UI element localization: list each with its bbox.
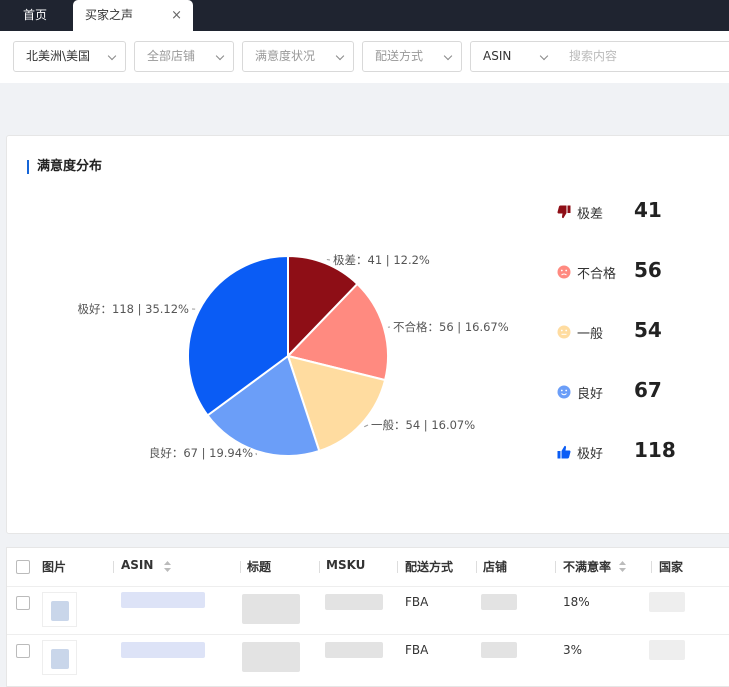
row-divider <box>7 586 729 587</box>
select-all-checkbox[interactable] <box>16 560 30 574</box>
header-country: 国家 <box>659 558 683 575</box>
store-select[interactable]: 全部店铺 <box>134 41 234 72</box>
legend-label: 良好 <box>577 383 603 402</box>
legend-label: 一般 <box>577 323 603 342</box>
shipping-select[interactable]: 配送方式 <box>362 41 462 72</box>
satisfaction-card: 满意度分布 极差：41 | 12.2%不合格：56 | 16.67%一般：54 … <box>6 135 729 534</box>
thumbs-down-icon <box>557 205 571 219</box>
shipping-value: FBA <box>405 595 428 609</box>
shipping-value: FBA <box>405 643 428 657</box>
chevron-down-icon <box>444 52 452 60</box>
pie-chart: 极差：41 | 12.2% 不合格：56 | 16.67% 一般：54 | 16.0… <box>7 136 547 535</box>
sad-face-icon <box>557 265 571 279</box>
msku-value <box>325 594 383 610</box>
tab-bar: 首页 买家之声 × <box>0 0 729 31</box>
asin-value[interactable] <box>121 592 205 608</box>
row-divider <box>7 634 729 635</box>
label-leader-2 <box>364 425 368 427</box>
legend-count: 54 <box>634 318 662 342</box>
store-select-value: 全部店铺 <box>147 49 195 63</box>
filter-bar: 北美洲\美国 全部店铺 满意度状况 配送方式 ASIN 搜索内容 <box>0 31 729 83</box>
header-store: 店铺 <box>483 558 507 575</box>
pie-label-1: 不合格：56 | 16.67% <box>393 320 509 334</box>
search-input[interactable]: 搜索内容 <box>557 41 729 72</box>
satisfaction-select[interactable]: 满意度状况 <box>242 41 354 72</box>
neutral-face-icon <box>557 325 571 339</box>
header-image: 图片 <box>42 558 66 575</box>
header-divider <box>651 561 652 573</box>
product-table: 图片 ASIN 标题 MSKU 配送方式 店铺 不满意率 国家 FBA 18% <box>6 547 729 687</box>
legend-count: 56 <box>634 258 662 282</box>
sort-icon[interactable] <box>619 561 626 572</box>
tab-buyer-voice[interactable]: 买家之声 × <box>73 0 193 31</box>
asin-value[interactable] <box>121 642 205 658</box>
header-divider <box>555 561 556 573</box>
rate-value: 18% <box>563 595 590 609</box>
pie-label-0: 极差：41 | 12.2% <box>333 253 430 267</box>
chevron-down-icon <box>108 52 116 60</box>
pie-label-4: 极好：118 | 35.12% <box>78 302 190 316</box>
region-select-value: 北美洲\美国 <box>26 49 90 63</box>
legend-label: 极差 <box>577 203 603 222</box>
header-divider <box>319 561 320 573</box>
header-shipping: 配送方式 <box>405 558 453 575</box>
tab-label: 买家之声 <box>85 8 133 22</box>
tab-home[interactable]: 首页 <box>0 0 70 31</box>
legend-count: 67 <box>634 378 662 402</box>
msku-value <box>325 642 383 658</box>
header-divider <box>397 561 398 573</box>
chevron-down-icon <box>540 52 548 60</box>
thumbs-up-icon <box>557 445 571 459</box>
row-checkbox[interactable] <box>16 596 30 610</box>
header-divider <box>476 561 477 573</box>
pie-label-2: 一般：54 | 16.07% <box>371 418 475 432</box>
title-value <box>242 594 300 624</box>
chevron-down-icon <box>216 52 224 60</box>
search-field-select[interactable]: ASIN <box>470 41 558 72</box>
header-msku: MSKU <box>326 558 365 572</box>
sort-icon[interactable] <box>164 561 171 572</box>
row-checkbox[interactable] <box>16 644 30 658</box>
legend-count: 118 <box>634 438 676 462</box>
smile-face-icon <box>557 385 571 399</box>
product-image <box>42 640 77 675</box>
shipping-select-value: 配送方式 <box>375 49 423 63</box>
header-title: 标题 <box>247 558 271 575</box>
product-image <box>42 592 77 627</box>
search-field-value: ASIN <box>483 49 511 63</box>
country-value <box>649 640 685 660</box>
legend-count: 41 <box>634 198 662 222</box>
close-icon[interactable]: × <box>171 0 182 31</box>
rate-value: 3% <box>563 643 582 657</box>
title-value <box>242 642 300 672</box>
chevron-down-icon <box>336 52 344 60</box>
pie-label-3: 良好：67 | 19.94% <box>149 446 253 460</box>
header-divider <box>113 561 114 573</box>
country-value <box>649 592 685 612</box>
satisfaction-select-value: 满意度状况 <box>255 49 315 63</box>
header-divider <box>240 561 241 573</box>
header-dissatisfaction-rate[interactable]: 不满意率 <box>563 558 611 575</box>
legend-label: 极好 <box>577 443 603 462</box>
region-select[interactable]: 北美洲\美国 <box>13 41 126 72</box>
store-value <box>481 594 517 610</box>
header-asin[interactable]: ASIN <box>121 558 153 572</box>
legend-label: 不合格 <box>577 263 616 282</box>
store-value <box>481 642 517 658</box>
